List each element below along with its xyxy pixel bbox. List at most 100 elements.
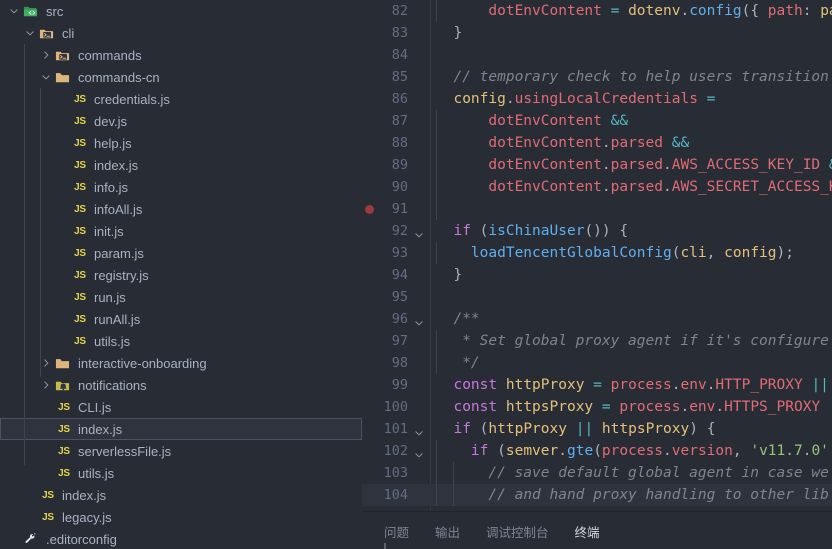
code-token: process: [610, 377, 672, 393]
code-line[interactable]: 89 dotEnvContent.parsed.AWS_ACCESS_KEY_I…: [362, 154, 832, 176]
code-line[interactable]: 90 dotEnvContent.parsed.AWS_SECRET_ACCES…: [362, 176, 832, 198]
editor-gutter[interactable]: 87: [362, 110, 430, 132]
tree-file-info.js[interactable]: JS info.js: [0, 176, 362, 198]
editor-gutter[interactable]: 90: [362, 176, 430, 198]
chevron-down-icon[interactable]: [414, 313, 428, 327]
js-file-icon: JS: [58, 467, 70, 479]
chevron-down-icon[interactable]: [6, 0, 22, 22]
chevron-down-icon[interactable]: [414, 225, 428, 239]
explorer-file-tree[interactable]: src cli commands commands-cn JS credentials.j…: [0, 0, 362, 549]
tree-file-run.js[interactable]: JS run.js: [0, 286, 362, 308]
code-line[interactable]: 92 if (isChinaUser()) {: [362, 220, 832, 242]
editor-gutter[interactable]: 92: [362, 220, 430, 242]
tree-file-help.js[interactable]: JS help.js: [0, 132, 362, 154]
code-line[interactable]: 85 // temporary check to help users tran…: [362, 66, 832, 88]
code-line[interactable]: 88 dotEnvContent.parsed &&: [362, 132, 832, 154]
tree-file-serverlessFile.js[interactable]: JS serverlessFile.js: [0, 440, 362, 462]
tree-file-index.js[interactable]: JS index.js: [0, 484, 362, 506]
tree-file-dev.js[interactable]: JS dev.js: [0, 110, 362, 132]
editor-gutter[interactable]: 100: [362, 396, 430, 418]
code-line[interactable]: 87 dotEnvContent &&: [362, 110, 832, 132]
code-line[interactable]: 83 }: [362, 22, 832, 44]
tree-file-.editorconfig[interactable]: .editorconfig: [0, 528, 362, 549]
js-file-icon: JS: [74, 247, 86, 259]
tree-item-label: runAll.js: [94, 311, 141, 327]
panel-tab-2[interactable]: 输出: [435, 512, 460, 541]
editor-gutter[interactable]: 94: [362, 264, 430, 286]
tree-file-index.js[interactable]: JS index.js: [0, 154, 362, 176]
code-line[interactable]: 91: [362, 198, 832, 220]
code-line[interactable]: 86 config.usingLocalCredentials =: [362, 88, 832, 110]
code-token: const: [453, 399, 506, 415]
editor-gutter[interactable]: 104: [362, 484, 430, 506]
editor-area[interactable]: 82 dotEnvContent = dotenv.config({ path:…: [362, 0, 832, 549]
chevron-down-icon[interactable]: [414, 445, 428, 459]
code-line[interactable]: 101 if (httpProxy || httpsProxy) {: [362, 418, 832, 440]
tree-file-runAll.js[interactable]: JS runAll.js: [0, 308, 362, 330]
tree-file-init.js[interactable]: JS init.js: [0, 220, 362, 242]
code-line[interactable]: 103 // save default global agent in case…: [362, 462, 832, 484]
editor-gutter[interactable]: 88: [362, 132, 430, 154]
tree-file-legacy.js[interactable]: JS legacy.js: [0, 506, 362, 528]
code-line[interactable]: 100 const httpsProxy = process.env.HTTPS…: [362, 396, 832, 418]
editor-gutter[interactable]: 84: [362, 44, 430, 66]
code-line[interactable]: 95: [362, 286, 832, 308]
editor-gutter[interactable]: 89: [362, 154, 430, 176]
panel-tab-1[interactable]: 问题: [384, 512, 409, 541]
tree-folder-cli[interactable]: cli: [0, 22, 362, 44]
tree-file-utils.js[interactable]: JS utils.js: [0, 330, 362, 352]
editor-gutter[interactable]: 102: [362, 440, 430, 462]
chevron-down-icon[interactable]: [38, 66, 54, 88]
code-editor[interactable]: 82 dotEnvContent = dotenv.config({ path:…: [362, 0, 832, 511]
tree-file-CLI.js[interactable]: JS CLI.js: [0, 396, 362, 418]
code-line[interactable]: 99 const httpProxy = process.env.HTTP_PR…: [362, 374, 832, 396]
code-line[interactable]: 97 * Set global proxy agent if it's conf…: [362, 330, 832, 352]
tree-folder-src[interactable]: src: [0, 0, 362, 22]
editor-gutter[interactable]: 83: [362, 22, 430, 44]
panel-tab-4[interactable]: 终端: [575, 512, 600, 541]
chevron-right-icon[interactable]: [38, 374, 54, 396]
editor-gutter[interactable]: 98: [362, 352, 430, 374]
code-line[interactable]: 93 loadTencentGlobalConfig(cli, config);: [362, 242, 832, 264]
chevron-down-icon[interactable]: [414, 423, 428, 437]
tree-file-registry.js[interactable]: JS registry.js: [0, 264, 362, 286]
editor-gutter[interactable]: 103: [362, 462, 430, 484]
editor-gutter[interactable]: 99: [362, 374, 430, 396]
editor-gutter[interactable]: 95: [362, 286, 430, 308]
editor-gutter[interactable]: 101: [362, 418, 430, 440]
panel-tab-list[interactable]: 问题 输出 调试控制台 终端: [362, 512, 832, 549]
code-line[interactable]: 102 if (semver.gte(process.version, 'v11…: [362, 440, 832, 462]
editor-gutter[interactable]: 82: [362, 0, 430, 22]
tree-folder-notifications[interactable]: notifications: [0, 374, 362, 396]
code-line[interactable]: 82 dotEnvContent = dotenv.config({ path:…: [362, 0, 832, 22]
editor-gutter[interactable]: 97: [362, 330, 430, 352]
tree-folder-commands[interactable]: commands: [0, 44, 362, 66]
code-line[interactable]: 98 */: [362, 352, 832, 374]
code-line[interactable]: 104 // and hand proxy handling to other …: [362, 484, 832, 506]
bottom-panel[interactable]: 问题 输出 调试控制台 终端: [362, 511, 832, 549]
tree-folder-commands-cn[interactable]: commands-cn: [0, 66, 362, 88]
code-token: &&: [610, 113, 629, 129]
js-file-icon: JS: [42, 511, 54, 523]
code-lines[interactable]: 82 dotEnvContent = dotenv.config({ path:…: [362, 0, 832, 506]
code-line[interactable]: 96 /**: [362, 308, 832, 330]
tree-file-param.js[interactable]: JS param.js: [0, 242, 362, 264]
editor-gutter[interactable]: 91: [362, 198, 430, 220]
tree-file-infoAll.js[interactable]: JS infoAll.js: [0, 198, 362, 220]
panel-tab-3[interactable]: 调试控制台: [486, 512, 549, 541]
tree-file-utils.js[interactable]: JS utils.js: [0, 462, 362, 484]
editor-gutter[interactable]: 86: [362, 88, 430, 110]
tree-file-credentials.js[interactable]: JS credentials.js: [0, 88, 362, 110]
editor-gutter[interactable]: 93: [362, 242, 430, 264]
editor-gutter[interactable]: 96: [362, 308, 430, 330]
file-tree-list[interactable]: src cli commands commands-cn JS credentials.j…: [0, 0, 362, 549]
tree-folder-interactive-onboarding[interactable]: interactive-onboarding: [0, 352, 362, 374]
editor-gutter[interactable]: 85: [362, 66, 430, 88]
chevron-right-icon[interactable]: [38, 44, 54, 66]
code-line[interactable]: 84: [362, 44, 832, 66]
chevron-down-icon[interactable]: [22, 22, 38, 44]
code-token: ||: [811, 377, 829, 393]
tree-file-index.js[interactable]: JS index.js: [0, 418, 362, 440]
code-line[interactable]: 94 }: [362, 264, 832, 286]
